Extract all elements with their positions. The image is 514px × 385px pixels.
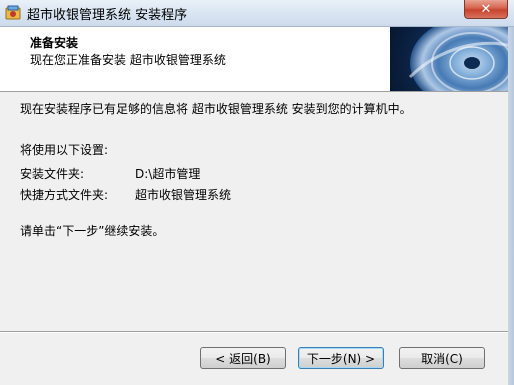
page-subtitle: 现在您正准备安装 超市收银管理系统	[30, 53, 226, 67]
close-button[interactable]: ✕	[464, 0, 508, 19]
title-bar: 超市收银管理系统 安装程序 ✕	[0, 0, 514, 27]
page-title: 准备安装	[30, 36, 79, 50]
header-banner: 准备安装 现在您正准备安装 超市收银管理系统	[0, 27, 514, 92]
installer-app-icon	[5, 5, 21, 21]
settings-heading: 将使用以下设置:	[20, 143, 109, 157]
next-button[interactable]: 下一步(N) >	[298, 347, 384, 369]
shortcut-folder-label: 快捷方式文件夹:	[20, 188, 109, 202]
install-folder-value: D:\超市管理	[135, 167, 201, 181]
back-button[interactable]: < 返回(B)	[200, 347, 286, 369]
close-icon: ✕	[480, 1, 492, 17]
cancel-button[interactable]: 取消(C)	[399, 347, 485, 369]
window-right-border	[508, 27, 514, 385]
footer-separator	[0, 331, 514, 333]
intro-text: 现在安装程序已有足够的信息将 超市收银管理系统 安装到您的计算机中。	[20, 102, 412, 116]
instruction-text: 请单击“下一步”继续安装。	[20, 224, 165, 238]
shortcut-folder-value: 超市收银管理系统	[135, 188, 232, 202]
window-title: 超市收银管理系统 安装程序	[27, 8, 188, 23]
disc-banner-image	[390, 27, 514, 91]
install-folder-label: 安装文件夹:	[20, 167, 85, 181]
